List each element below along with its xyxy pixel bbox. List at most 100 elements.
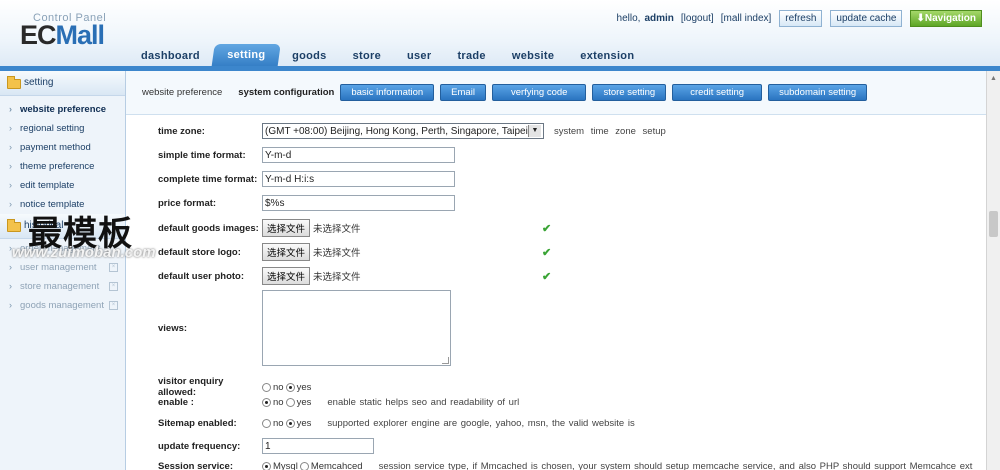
vertical-scrollbar[interactable]: ▲ bbox=[986, 71, 1000, 470]
current-section: system configuration bbox=[238, 87, 335, 98]
user-photo-file-button[interactable]: 选择文件 bbox=[262, 267, 311, 285]
subnav-email[interactable]: Email bbox=[440, 84, 486, 101]
subnav-store-setting[interactable]: store setting bbox=[592, 84, 667, 101]
tab-website[interactable]: website bbox=[499, 46, 567, 68]
time-zone-select[interactable]: (GMT +08:00) Beijing, Hong Kong, Perth, … bbox=[262, 123, 544, 139]
sidebar-item-payment-method[interactable]: payment method bbox=[0, 138, 125, 157]
update-cache-button[interactable]: update cache bbox=[830, 10, 903, 27]
check-icon: ✔ bbox=[542, 222, 552, 235]
enable-no-radio[interactable] bbox=[262, 398, 271, 407]
tab-trade[interactable]: trade bbox=[444, 46, 498, 68]
refresh-button[interactable]: refresh bbox=[779, 10, 823, 27]
update-frequency-input[interactable] bbox=[262, 438, 374, 454]
sitemap-yes-label: yes bbox=[296, 418, 312, 429]
goods-images-file-button[interactable]: 选择文件 bbox=[262, 219, 311, 237]
enable-static-hint: enable static helps seo and readability … bbox=[327, 397, 520, 408]
update-frequency-label: update frequency: bbox=[158, 440, 241, 452]
visitor-no-radio[interactable] bbox=[262, 382, 271, 392]
logo-ec: EC bbox=[20, 20, 57, 50]
sidebar-item-store-management[interactable]: store management × bbox=[0, 277, 125, 296]
goods-images-label: default goods images: bbox=[158, 222, 259, 234]
sidebar-item-regional-setting[interactable]: regional setting bbox=[0, 119, 125, 138]
subnav: website preference system configuration … bbox=[126, 71, 986, 115]
logo: ECMall bbox=[20, 20, 106, 51]
breadcrumb: website preference bbox=[142, 87, 223, 98]
sidebar-group-label: setting bbox=[24, 77, 54, 88]
views-textarea[interactable] bbox=[262, 290, 451, 366]
sidebar-item-goods-management[interactable]: goods management × bbox=[0, 296, 125, 315]
user-photo-label: default user photo: bbox=[158, 270, 245, 282]
arrow-up-icon[interactable]: ▲ bbox=[990, 75, 997, 82]
mall-index-link[interactable]: [mall index] bbox=[721, 13, 772, 24]
close-icon[interactable]: × bbox=[109, 301, 118, 310]
subnav-basic-information[interactable]: basic information bbox=[340, 84, 435, 101]
sitemap-no-radio[interactable] bbox=[262, 419, 271, 428]
row-visitor-enquiry: visitor enquiry allowed: no yes bbox=[158, 376, 317, 398]
row-sitemap: Sitemap enabled: no yes supported explor… bbox=[158, 418, 635, 429]
main-tabs: dashboard setting goods store user trade… bbox=[128, 44, 647, 69]
main-content: website preference system configuration … bbox=[126, 71, 986, 470]
session-service-label: Session service: bbox=[158, 461, 233, 470]
sidebar: setting website preference regional sett… bbox=[0, 71, 126, 470]
complete-time-input[interactable] bbox=[262, 171, 455, 187]
row-store-logo: default store logo: 选择文件 未选择文件 ✔ bbox=[158, 243, 558, 261]
row-time-zone: time zone: (GMT +08:00) Beijing, Hong Ko… bbox=[158, 123, 666, 139]
enable-yes-radio[interactable] bbox=[285, 398, 295, 407]
user-photo-file-status: 未选择文件 bbox=[313, 272, 361, 283]
sidebar-item-website-preference[interactable]: website preference bbox=[0, 100, 125, 119]
top-links: hello, admin [logout] [mall index] refres… bbox=[617, 10, 982, 27]
watermark-url: www.zuimoban.com bbox=[12, 244, 156, 261]
tab-user[interactable]: user bbox=[394, 46, 444, 68]
tab-dashboard[interactable]: dashboard bbox=[128, 46, 213, 68]
navigation-label: Navigation bbox=[924, 13, 976, 24]
session-service-hint: session service type, if Mmcached is cho… bbox=[378, 461, 973, 470]
views-label: views: bbox=[158, 322, 188, 334]
sitemap-yes-radio[interactable] bbox=[285, 419, 295, 428]
scrollbar-thumb[interactable] bbox=[989, 211, 998, 237]
subnav-verifying-code[interactable]: verfying code bbox=[491, 84, 587, 101]
logo-mall: Mall bbox=[55, 20, 106, 50]
tab-setting-label: setting bbox=[227, 49, 266, 61]
username: admin bbox=[644, 13, 674, 24]
session-memcached-label: Memcahced bbox=[310, 461, 363, 470]
tab-goods[interactable]: goods bbox=[279, 46, 340, 68]
goods-images-file-status: 未选择文件 bbox=[313, 224, 361, 235]
sidebar-item-label: goods management bbox=[20, 300, 104, 311]
price-format-input[interactable] bbox=[262, 195, 455, 211]
session-memcached-radio[interactable] bbox=[299, 462, 309, 470]
row-user-photo: default user photo: 选择文件 未选择文件 ✔ bbox=[158, 267, 558, 285]
enable-static-label: enable : bbox=[158, 397, 194, 408]
store-logo-file-button[interactable]: 选择文件 bbox=[262, 243, 311, 261]
check-icon: ✔ bbox=[542, 246, 552, 259]
sidebar-item-edit-template[interactable]: edit template bbox=[0, 176, 125, 195]
logout-link[interactable]: [logout] bbox=[681, 13, 714, 24]
sidebar-group-setting[interactable]: setting bbox=[0, 71, 125, 96]
simple-time-input[interactable] bbox=[262, 147, 455, 163]
time-zone-hint: system time zone setup bbox=[554, 125, 666, 137]
close-icon[interactable]: × bbox=[109, 282, 118, 291]
complete-time-label: complete time format: bbox=[158, 173, 258, 185]
row-simple-time: simple time format: bbox=[158, 147, 455, 163]
row-update-frequency: update frequency: bbox=[158, 438, 374, 454]
visitor-enquiry-label: visitor enquiry allowed: bbox=[158, 376, 224, 398]
check-icon: ✔ bbox=[542, 270, 552, 283]
session-mysql-radio[interactable] bbox=[262, 462, 271, 470]
navigation-button[interactable]: ⬇Navigation bbox=[910, 10, 982, 27]
close-icon[interactable]: × bbox=[109, 263, 118, 272]
visitor-no-label: no bbox=[273, 381, 284, 393]
visitor-yes-radio[interactable] bbox=[285, 382, 295, 392]
folder-icon bbox=[7, 219, 21, 232]
sidebar-item-theme-preference[interactable]: theme preference bbox=[0, 157, 125, 176]
store-logo-label: default store logo: bbox=[158, 246, 241, 258]
subnav-credit-setting[interactable]: credit setting bbox=[672, 84, 763, 101]
chevron-down-icon: ▼ bbox=[528, 125, 541, 137]
header: Control Panel ECMall hello, admin [logout… bbox=[0, 0, 1000, 69]
tab-store[interactable]: store bbox=[340, 46, 394, 68]
tab-extension[interactable]: extension bbox=[567, 46, 647, 68]
subnav-subdomain-setting[interactable]: subdomain setting bbox=[768, 84, 868, 101]
session-mysql-label: Mysql bbox=[273, 461, 298, 470]
row-price-format: price format: bbox=[158, 195, 455, 211]
row-enable-static: enable : no yes enable static helps seo … bbox=[158, 397, 519, 408]
store-logo-file-status: 未选择文件 bbox=[313, 248, 361, 259]
greeting: hello, bbox=[616, 13, 641, 24]
